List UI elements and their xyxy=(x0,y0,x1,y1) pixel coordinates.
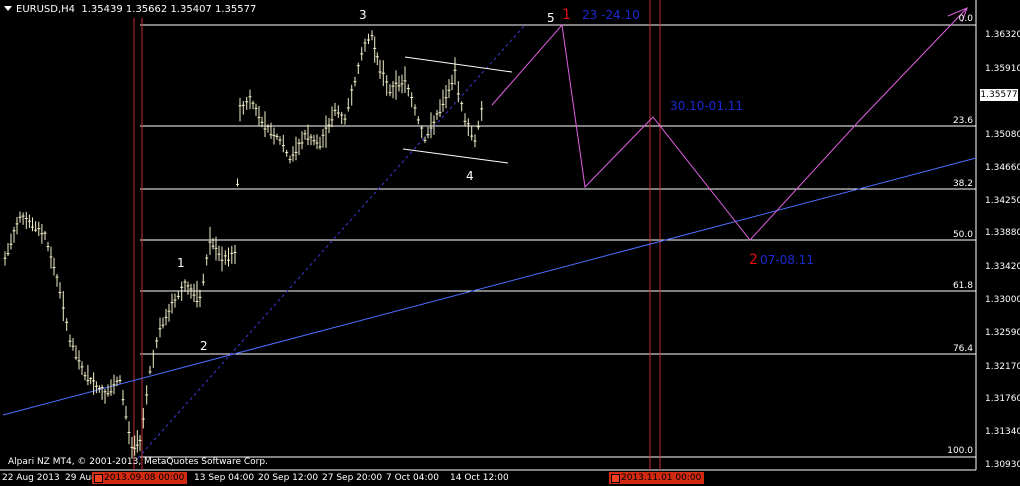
trendline-dotted[interactable] xyxy=(137,24,526,459)
channel-lower-line[interactable] xyxy=(402,148,509,164)
wave-label-1: 1 xyxy=(177,256,185,270)
trendline-blue[interactable] xyxy=(2,157,977,416)
time-tick: 27 Sep 20:00 xyxy=(322,473,383,483)
date-tag-vline-2[interactable]: 2013.11.01 00:00 xyxy=(609,472,705,484)
current-price-label: 1.35577 xyxy=(980,89,1018,101)
fib-label-100: 100.0 xyxy=(947,446,973,456)
price-tick: 1.30930 xyxy=(985,460,1020,470)
target-2-number: 2 xyxy=(749,252,758,268)
price-tick: 1.31760 xyxy=(985,394,1020,404)
symbol-timeframe: EURUSD,H4 xyxy=(16,4,76,15)
price-tick: 1.34660 xyxy=(985,163,1020,173)
wave-label-3: 3 xyxy=(359,8,367,22)
price-tick: 1.31340 xyxy=(985,427,1020,437)
projection-path[interactable] xyxy=(491,7,968,241)
wave-label-4: 4 xyxy=(466,169,474,183)
date-tag-vline-1[interactable]: 2013.09.08 00:00 xyxy=(92,472,188,484)
price-tick: 1.34250 xyxy=(985,196,1020,206)
fib-label-38-2: 38.2 xyxy=(952,179,973,189)
fib-label-50: 50.0 xyxy=(952,230,973,240)
price-tick: 1.32590 xyxy=(985,328,1020,338)
target-1-number: 1 xyxy=(562,7,571,23)
chart-header: EURUSD,H4 1.35439 1.35662 1.35407 1.3557… xyxy=(2,3,256,17)
price-tick: 1.33420 xyxy=(985,262,1020,272)
price-tick: 1.32170 xyxy=(985,362,1020,372)
price-tick: 1.33000 xyxy=(985,295,1020,305)
time-tick: 22 Aug 2013 xyxy=(2,473,60,483)
copyright-text: Alpari NZ MT4, © 2001-2013, MetaQuotes S… xyxy=(8,457,268,467)
time-tick: 20 Sep 12:00 xyxy=(258,473,319,483)
channel-upper-line[interactable] xyxy=(404,56,513,73)
price-tick: 1.35910 xyxy=(985,64,1020,74)
chart-canvas[interactable] xyxy=(0,0,1020,486)
fib-label-23-6: 23.6 xyxy=(952,116,973,126)
mid-dates: 30.10-01.11 xyxy=(670,99,744,113)
target-1-dates: 23 -24.10 xyxy=(582,8,640,22)
price-tick: 1.36320 xyxy=(985,30,1020,40)
ohlc-values: 1.35439 1.35662 1.35407 1.35577 xyxy=(81,4,257,15)
fib-label-61-8: 61.8 xyxy=(952,281,973,291)
wave-label-5: 5 xyxy=(547,11,555,25)
price-tick: 1.35080 xyxy=(985,130,1020,140)
fib-label-76-4: 76.4 xyxy=(952,344,973,354)
target-2-dates: 07-08.11 xyxy=(760,253,814,267)
price-bars xyxy=(3,30,484,459)
time-tick: 14 Oct 12:00 xyxy=(450,473,509,483)
fibonacci-retracement[interactable] xyxy=(140,24,976,458)
time-tick: 7 Oct 04:00 xyxy=(386,473,439,483)
price-tick: 1.33880 xyxy=(985,228,1020,238)
chevron-down-icon[interactable] xyxy=(4,6,12,11)
fib-label-0: 0.0 xyxy=(958,14,973,24)
time-tick: 13 Sep 04:00 xyxy=(194,473,255,483)
chart-window[interactable]: EURUSD,H4 1.35439 1.35662 1.35407 1.3557… xyxy=(0,0,1020,486)
wave-label-2: 2 xyxy=(200,339,208,353)
